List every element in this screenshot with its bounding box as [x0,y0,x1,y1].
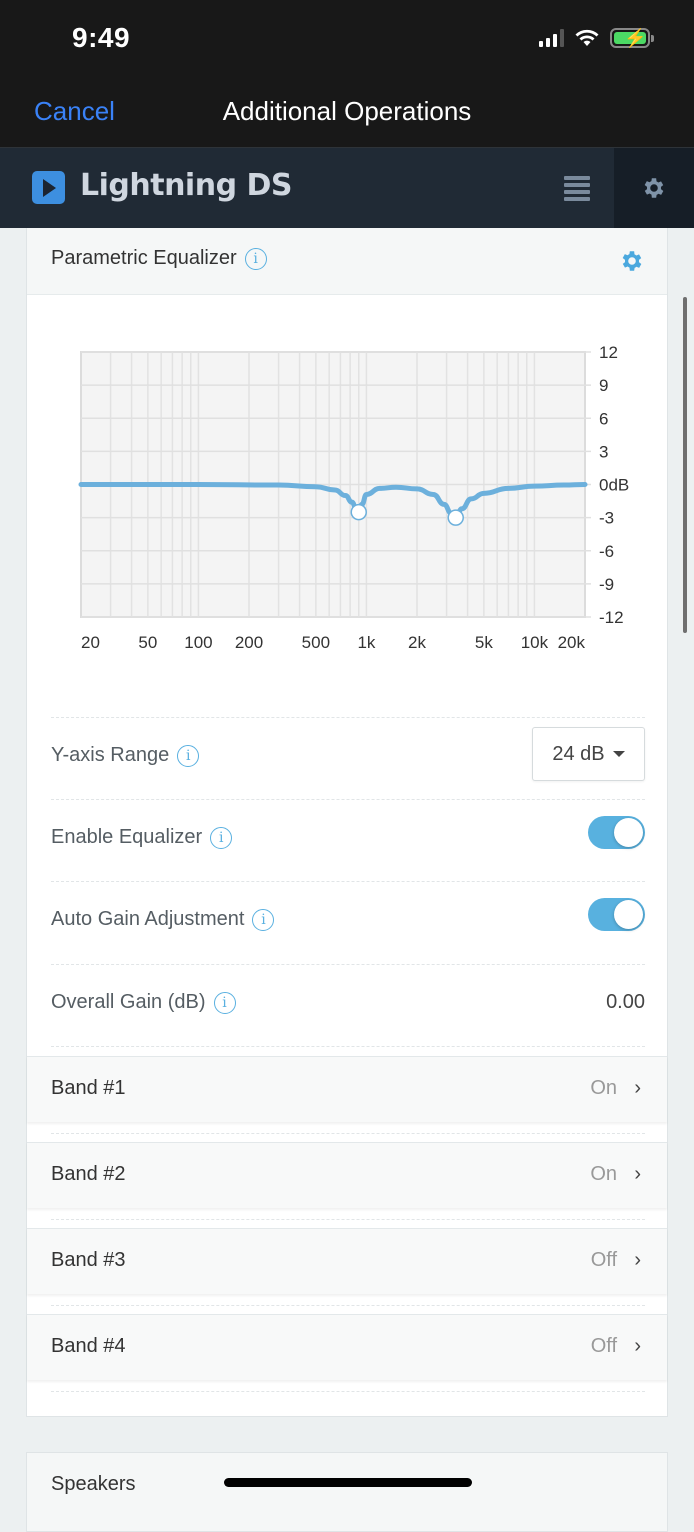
band-status: On [590,1077,617,1099]
gear-icon [622,251,642,271]
y-axis-range-label-text: Y-axis Range [51,744,170,766]
equalizer-card: Parametric Equalizer i 12 9 6 3 0dB -3 -6 -9 -12 2… [26,228,668,1417]
y-tick-label: -6 [599,542,614,561]
home-indicator[interactable] [224,1478,472,1487]
info-icon[interactable]: i [177,744,200,767]
page-title: Additional Operations [222,96,472,126]
x-tick-label: 2k [408,633,426,652]
divider [51,1133,645,1134]
gear-icon [644,178,664,198]
info-icon[interactable]: i [244,247,267,270]
cellular-signal-icon [539,29,564,47]
band-label: Band #3 [51,1249,126,1271]
info-icon[interactable]: i [252,908,275,931]
enable-equalizer-toggle[interactable] [588,816,645,849]
y-tick-label: 0dB [599,476,629,495]
y-tick-label: 6 [599,409,608,428]
y-axis-range-value: 24 dB [552,742,605,765]
divider [51,1391,645,1392]
band-label: Band #1 [51,1077,126,1099]
x-tick-label: 1k [357,633,375,652]
status-time: 9:49 [72,22,131,53]
equalizer-title: Parametric Equalizer i [51,247,267,270]
x-tick-label: 50 [138,633,157,652]
overall-gain-row: Overall Gain (dB) i 0.00 [51,964,645,1046]
status-icons: ⚡ [539,28,654,48]
equalizer-title-text: Parametric Equalizer [51,247,237,269]
overall-gain-label-text: Overall Gain (dB) [51,991,206,1013]
x-tick-label: 200 [235,633,263,652]
equalizer-settings-button[interactable] [619,248,645,279]
status-bar: 9:49 ⚡ [0,0,694,78]
auto-gain-toggle[interactable] [588,898,645,931]
toggle-knob [614,900,643,929]
y-axis-range-label: Y-axis Range i [51,744,200,767]
y-tick-label: 9 [599,376,608,395]
x-tick-label: 20 [81,633,100,652]
band-row[interactable]: Band #1 On › [27,1056,667,1122]
equalizer-card-header: Parametric Equalizer i [27,228,667,295]
overall-gain-label: Overall Gain (dB) i [51,991,236,1014]
band-status: Off [590,1249,617,1271]
x-tick-label: 20k [558,633,586,652]
y-tick-label: 3 [599,442,608,461]
hamburger-menu-icon [564,175,590,201]
settings-button[interactable] [614,148,694,228]
auto-gain-label-text: Auto Gain Adjustment [51,908,245,930]
y-tick-label: -9 [599,575,614,594]
enable-equalizer-row: Enable Equalizer i [51,799,645,881]
divider [51,1219,645,1220]
band-row[interactable]: Band #3 Off › [27,1228,667,1294]
auto-gain-row: Auto Gain Adjustment i [51,881,645,963]
auto-gain-label: Auto Gain Adjustment i [51,908,275,931]
band-label: Band #2 [51,1163,126,1185]
band-handle[interactable] [447,509,464,526]
x-tick-label: 500 [302,633,330,652]
overall-gain-value[interactable]: 0.00 [606,991,645,1014]
chevron-right-icon: › [634,1249,641,1271]
y-axis-range-dropdown[interactable]: 24 dB [532,727,645,781]
divider [51,1305,645,1306]
app-name: Lightning DS [80,168,293,203]
x-tick-label: 100 [184,633,212,652]
chevron-right-icon: › [634,1335,641,1357]
battery-charging-icon: ⚡ [610,28,654,48]
info-icon[interactable]: i [213,991,236,1014]
band-handle[interactable] [350,503,367,521]
caret-down-icon [612,751,625,757]
chevron-right-icon: › [634,1163,641,1185]
chevron-right-icon: › [634,1077,641,1099]
y-axis-range-row: Y-axis Range i 24 dB [51,717,645,799]
band-status: Off [590,1335,617,1357]
app-logo-icon [32,171,65,204]
speakers-title: Speakers [51,1473,136,1495]
eq-chart[interactable]: 12 9 6 3 0dB -3 -6 -9 -12 20 50 100 200 500 1k 2k 5k 10k 2… [27,295,669,695]
enable-equalizer-label: Enable Equalizer i [51,826,233,849]
eq-chart-svg[interactable]: 12 9 6 3 0dB -3 -6 -9 -12 20 50 100 200 500 1k 2k 5k 10k 2… [27,295,669,695]
scrollbar[interactable] [683,297,687,633]
y-tick-label: -3 [599,509,614,528]
band-row[interactable]: Band #2 On › [27,1142,667,1208]
menu-button[interactable] [540,148,614,228]
divider [51,1046,645,1047]
band-label: Band #4 [51,1335,126,1357]
toggle-knob [614,818,643,847]
y-tick-label: -12 [599,608,624,627]
wifi-icon [575,29,599,46]
y-tick-label: 12 [599,343,618,362]
navigation-bar: Cancel Additional Operations [0,78,694,148]
enable-equalizer-label-text: Enable Equalizer [51,826,203,848]
info-icon[interactable]: i [210,826,233,849]
x-tick-label: 10k [521,633,549,652]
x-tick-label: 5k [475,633,493,652]
band-status: On [590,1163,617,1185]
app-header: Lightning DS [0,148,694,228]
speakers-card[interactable]: Speakers [26,1452,668,1532]
band-row[interactable]: Band #4 Off › [27,1314,667,1380]
